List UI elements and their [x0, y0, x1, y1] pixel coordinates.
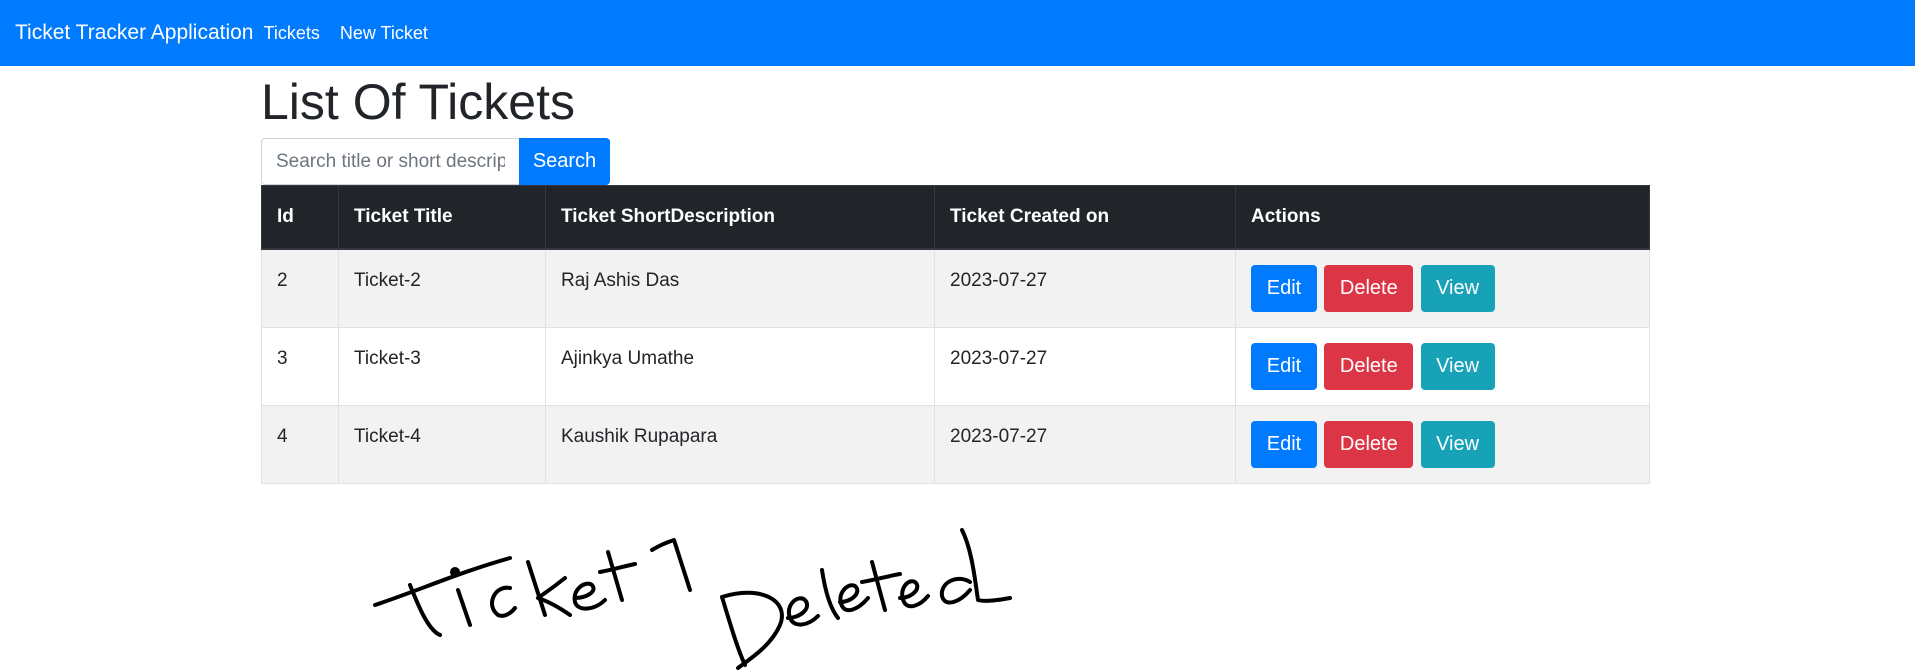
cell-actions: Edit Delete View: [1235, 326, 1650, 406]
search-form: Search: [261, 138, 1649, 185]
handwritten-annotation: [373, 528, 1012, 670]
cell-created-on: 2023-07-27: [934, 326, 1236, 406]
handwritten-deleted: [720, 528, 1012, 670]
delete-button[interactable]: Delete: [1324, 265, 1414, 312]
view-button[interactable]: View: [1420, 342, 1495, 390]
header-actions: Actions: [1235, 185, 1650, 250]
cell-title: Ticket-2: [338, 248, 546, 328]
view-button[interactable]: View: [1420, 265, 1495, 312]
header-id: Id: [261, 185, 339, 250]
cell-short-description: Raj Ashis Das: [545, 248, 935, 328]
header-ticket-title: Ticket Title: [338, 185, 546, 250]
handwritten-ticket1: [373, 538, 692, 637]
nav-link-new-ticket[interactable]: New Ticket: [340, 23, 428, 44]
nav-link-tickets[interactable]: Tickets: [264, 23, 320, 44]
navbar: Ticket Tracker Application Tickets New T…: [0, 0, 1915, 66]
cell-short-description: Kaushik Rupapara: [545, 404, 935, 484]
table-header-row: Id Ticket Title Ticket ShortDescription …: [261, 185, 1650, 250]
edit-button[interactable]: Edit: [1251, 265, 1317, 312]
search-button[interactable]: Search: [519, 138, 610, 185]
cell-title: Ticket-3: [338, 326, 546, 406]
cell-id: 2: [261, 248, 339, 328]
header-created-on: Ticket Created on: [934, 185, 1236, 250]
cell-id: 4: [261, 404, 339, 484]
cell-created-on: 2023-07-27: [934, 404, 1236, 484]
header-short-description: Ticket ShortDescription: [545, 185, 935, 250]
cell-actions: Edit Delete View: [1235, 404, 1650, 484]
table-row: 4 Ticket-4 Kaushik Rupapara 2023-07-27 E…: [261, 404, 1650, 484]
page-title: List Of Tickets: [261, 74, 575, 130]
brand-link[interactable]: Ticket Tracker Application: [15, 21, 254, 45]
cell-created-on: 2023-07-27: [934, 248, 1236, 328]
main-container: List Of Tickets Search Id Ticket Title T…: [261, 66, 1650, 484]
table-row: 3 Ticket-3 Ajinkya Umathe 2023-07-27 Edi…: [261, 326, 1650, 406]
edit-button[interactable]: Edit: [1251, 420, 1317, 468]
delete-button[interactable]: Delete: [1324, 342, 1414, 390]
edit-button[interactable]: Edit: [1251, 342, 1317, 390]
tickets-table: Id Ticket Title Ticket ShortDescription …: [261, 185, 1650, 484]
cell-short-description: Ajinkya Umathe: [545, 326, 935, 406]
cell-id: 3: [261, 326, 339, 406]
table-row: 2 Ticket-2 Raj Ashis Das 2023-07-27 Edit…: [261, 248, 1650, 328]
cell-title: Ticket-4: [338, 404, 546, 484]
search-input[interactable]: [261, 138, 519, 185]
view-button[interactable]: View: [1420, 420, 1495, 468]
delete-button[interactable]: Delete: [1324, 420, 1414, 468]
cell-actions: Edit Delete View: [1235, 248, 1650, 328]
